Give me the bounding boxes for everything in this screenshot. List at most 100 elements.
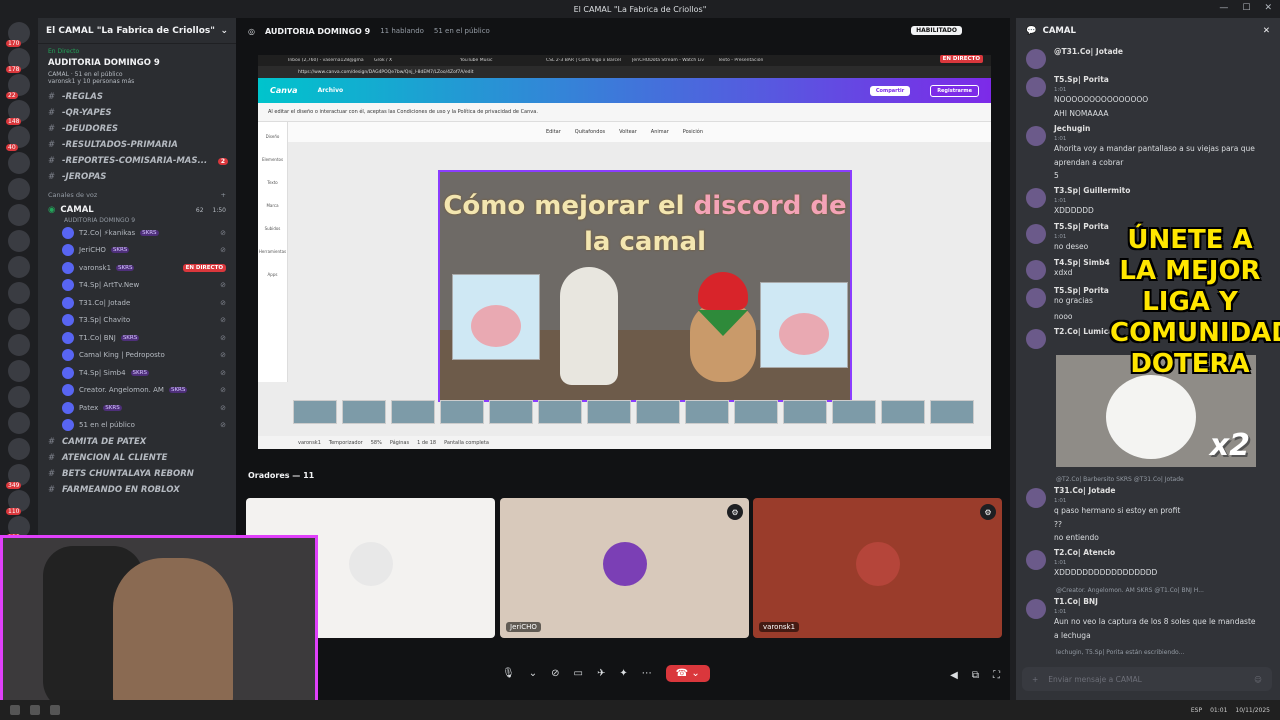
- server-icon[interactable]: 349: [6, 464, 30, 489]
- archivo-menu[interactable]: Archivo: [318, 87, 344, 94]
- message-author[interactable]: T3.Sp| Guillermito: [1054, 186, 1130, 195]
- canva-logo[interactable]: Canva: [270, 86, 298, 95]
- status-item[interactable]: varonsk1: [298, 440, 321, 446]
- status-item[interactable]: Pantalla completa: [444, 440, 489, 446]
- add-channel-icon[interactable]: +: [221, 191, 226, 199]
- popout-icon[interactable]: ⧉: [972, 670, 979, 681]
- text-channel[interactable]: # -QR-YAPES: [38, 105, 236, 121]
- server-icon[interactable]: [8, 412, 30, 434]
- voice-user[interactable]: T4.Sp| ArtTv.New ⊘: [38, 277, 236, 295]
- activity-icon[interactable]: ✦: [619, 668, 627, 679]
- left-tool[interactable]: Marca: [266, 203, 278, 208]
- avatar[interactable]: [1026, 599, 1046, 619]
- voice-user[interactable]: JeriCHO SKRS ⊘: [38, 242, 236, 260]
- volume-icon[interactable]: ◀: [950, 670, 958, 681]
- voice-user[interactable]: T2.Co| ⚡kanikas SKRS ⊘: [38, 224, 236, 242]
- start-icon[interactable]: [10, 705, 20, 715]
- page-thumbnail[interactable]: [391, 400, 435, 424]
- chevron-down-icon[interactable]: ⌄: [529, 668, 537, 679]
- page-thumbnail[interactable]: [881, 400, 925, 424]
- message-author[interactable]: Jechugin: [1054, 124, 1255, 133]
- avatar[interactable]: [1026, 260, 1046, 280]
- message-author[interactable]: T5.Sp| Porita: [1054, 222, 1109, 231]
- voice-user[interactable]: Camal King | Pedroposto ⊘: [38, 347, 236, 365]
- message-author[interactable]: T2.Co| Atencio: [1054, 548, 1157, 557]
- server-icon[interactable]: 22: [6, 74, 30, 99]
- server-icon[interactable]: [8, 152, 30, 174]
- avatar[interactable]: [1026, 126, 1046, 146]
- server-icon[interactable]: [8, 334, 30, 356]
- discord-icon[interactable]: [50, 705, 60, 715]
- clock-time[interactable]: 01:01: [1210, 707, 1227, 714]
- avatar[interactable]: [1026, 188, 1046, 208]
- page-thumbnail[interactable]: [342, 400, 386, 424]
- text-channel[interactable]: # BETS CHUNTALAYA REBORN: [38, 466, 236, 482]
- voice-user[interactable]: varonsk1 SKRS EN DIRECTO: [38, 259, 236, 277]
- add-icon[interactable]: +: [1032, 675, 1038, 684]
- url-bar[interactable]: https://www.canva.com/design/DAG4POQe7bw…: [258, 66, 991, 78]
- message-author[interactable]: @T31.Co| Jotade: [1054, 47, 1123, 56]
- share-button[interactable]: Compartir: [869, 85, 911, 96]
- text-channel[interactable]: # CAMITA DE PATEX: [38, 434, 236, 450]
- voice-user[interactable]: 51 en el público ⊘: [38, 417, 236, 435]
- left-tool[interactable]: Texto: [267, 180, 278, 185]
- voice-category[interactable]: Canales de voz +: [38, 185, 236, 203]
- rocket-icon[interactable]: ✈: [597, 668, 605, 679]
- avatar[interactable]: [1026, 77, 1046, 97]
- server-icon[interactable]: [8, 386, 30, 408]
- server-icon[interactable]: [8, 282, 30, 304]
- clock-date[interactable]: 10/11/2025: [1235, 707, 1270, 714]
- microphone-icon[interactable]: 🎙: [502, 668, 515, 679]
- page-thumbnail[interactable]: [440, 400, 484, 424]
- live-event-card[interactable]: En Directo AUDITORIA DOMINGO 9 CAMAL · 5…: [38, 44, 236, 89]
- server-icon[interactable]: 40: [6, 126, 30, 151]
- server-icon[interactable]: [8, 308, 30, 330]
- speaker-tile[interactable]: ⚙ JeriCHO: [500, 498, 749, 638]
- reply-reference[interactable]: @Creator. Angelomon. AM SKRS @T1.Co| BNJ…: [1016, 581, 1280, 594]
- page-thumbnail[interactable]: [636, 400, 680, 424]
- server-icon[interactable]: [8, 178, 30, 200]
- settings-icon[interactable]: ⚙: [980, 504, 996, 520]
- message-author[interactable]: T5.Sp| Porita: [1054, 75, 1148, 84]
- status-item[interactable]: Temporizador: [329, 440, 363, 446]
- avatar[interactable]: [1026, 224, 1046, 244]
- more-icon[interactable]: ⋯: [642, 668, 652, 679]
- status-item[interactable]: 1 de 18: [417, 440, 436, 446]
- server-icon[interactable]: 178: [6, 48, 30, 73]
- avatar[interactable]: [1026, 550, 1046, 570]
- emoji-icon[interactable]: ☺: [1254, 675, 1262, 684]
- message-author[interactable]: T5.Sp| Porita: [1054, 286, 1109, 295]
- close-window-button[interactable]: ✕: [1264, 3, 1272, 13]
- slide-canvas[interactable]: Cómo mejorar el discord de la camal: [438, 170, 852, 402]
- toolbar-item[interactable]: Animar: [651, 129, 669, 135]
- left-tool[interactable]: Apps: [268, 272, 278, 277]
- toolbar-item[interactable]: Quitafondos: [575, 129, 605, 135]
- text-channel[interactable]: # FARMEANDO EN ROBLOX: [38, 482, 236, 498]
- toolbar-item[interactable]: Editar: [546, 129, 561, 135]
- page-thumbnail[interactable]: [489, 400, 533, 424]
- settings-icon[interactable]: ⚙: [727, 504, 743, 520]
- fullscreen-icon[interactable]: ⛶: [993, 670, 1000, 681]
- server-icon[interactable]: [8, 230, 30, 252]
- status-item[interactable]: Páginas: [390, 440, 409, 446]
- chat-composer[interactable]: + Enviar mensaje a CAMAL ☺: [1022, 667, 1272, 691]
- avatar[interactable]: [1026, 49, 1046, 69]
- text-channel[interactable]: # -DEUDORES: [38, 121, 236, 137]
- screen-share-icon[interactable]: ▭: [573, 668, 582, 679]
- server-icon[interactable]: [8, 204, 30, 226]
- avatar[interactable]: [1026, 288, 1046, 308]
- browser-tab[interactable]: Inbox (2,760) - vaserna128@gma: [288, 58, 368, 63]
- message-author[interactable]: T4.Sp| Simb4: [1054, 258, 1110, 267]
- message-author[interactable]: T1.Co| BNJ: [1054, 597, 1256, 606]
- minimize-button[interactable]: —: [1219, 3, 1228, 13]
- browser-tab[interactable]: Grok / X: [374, 58, 454, 63]
- voice-user[interactable]: Creator. Angelomon. AM SKRS ⊘: [38, 382, 236, 400]
- text-channel[interactable]: # -REGLAS: [38, 89, 236, 105]
- left-tool[interactable]: Diseño: [266, 134, 280, 139]
- screen-share[interactable]: EN DIRECTO Inbox (2,760) - vaserna128@gm…: [258, 55, 991, 449]
- voice-user[interactable]: T31.Co| Jotade ⊘: [38, 294, 236, 312]
- browser-tab[interactable]: CSL 2-3 BAR | Celta Vigo x Barcel: [546, 58, 626, 63]
- register-button[interactable]: Registrarme: [930, 84, 979, 97]
- avatar[interactable]: [1026, 329, 1046, 349]
- disconnect-button[interactable]: ☎ ⌄: [665, 665, 710, 682]
